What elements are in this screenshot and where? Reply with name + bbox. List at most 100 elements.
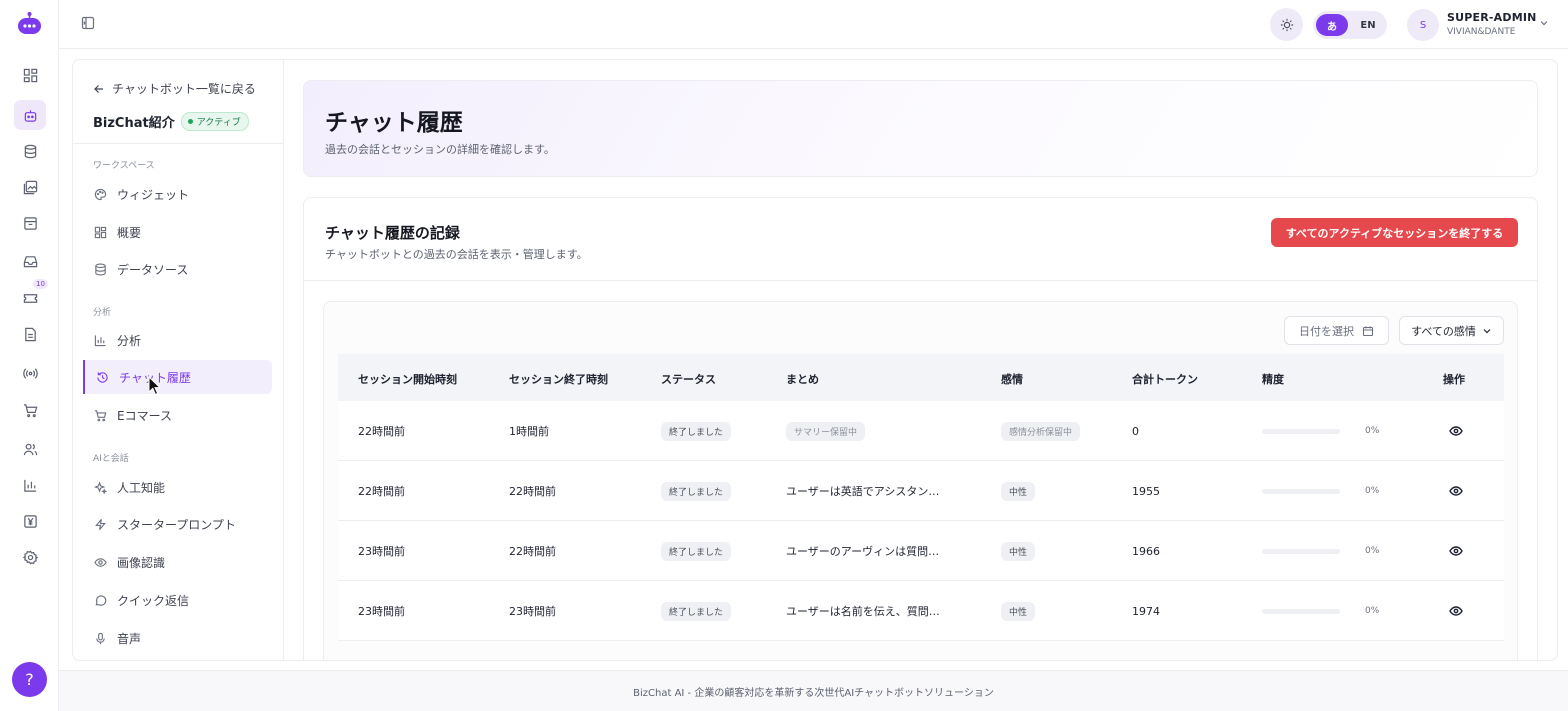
sidebar-item-quick-reply[interactable]: クイック返信 <box>83 583 272 617</box>
sidebar-item-image-recognition[interactable]: 画像認識 <box>83 545 272 579</box>
sentiment-filter-value: すべての感情 <box>1411 324 1476 338</box>
database-icon[interactable] <box>14 136 46 166</box>
view-button[interactable] <box>1449 461 1463 521</box>
accuracy-bar <box>1262 608 1340 614</box>
theme-toggle-button[interactable] <box>1270 8 1303 41</box>
sidebar-item-widget[interactable]: ウィジェット <box>83 177 272 211</box>
palette-icon <box>94 188 107 201</box>
sidebar-item-label: データソース <box>117 262 189 277</box>
sentiment-chip: 中性 <box>1001 481 1036 501</box>
accuracy-bar <box>1262 548 1340 554</box>
sidebar-item-label: ウィジェット <box>117 187 190 202</box>
document-icon[interactable] <box>14 319 46 349</box>
cart-icon <box>94 409 107 422</box>
yen-icon[interactable] <box>14 506 46 536</box>
status-badge: アクティブ <box>180 112 249 131</box>
sidebar-item-label: 画像認識 <box>117 555 166 570</box>
image-gallery-icon[interactable] <box>14 172 46 202</box>
chevron-down-icon <box>1540 21 1548 26</box>
settings-gear-icon[interactable] <box>14 542 46 572</box>
cell-accuracy-bar <box>1262 401 1340 461</box>
lang-en-button[interactable]: EN <box>1353 14 1383 36</box>
broadcast-icon[interactable] <box>14 358 46 388</box>
cell-end: 22時間前 <box>509 485 556 498</box>
sidebar-toggle-icon[interactable] <box>81 16 95 30</box>
status-chip: 終了しました <box>661 481 732 501</box>
arrow-left-icon <box>94 84 103 93</box>
section-workspace: ワークスペース <box>93 161 155 171</box>
divider <box>304 280 1537 281</box>
col-tokens[interactable]: 合計トークン <box>1132 371 1198 387</box>
cell-sentiment: 中性 <box>1001 581 1036 641</box>
date-picker-button[interactable]: 日付を選択 <box>1284 316 1389 345</box>
summary-pending-chip: サマリー保留中 <box>786 421 866 441</box>
eye-icon <box>1449 606 1463 616</box>
page-title: チャット履歴 <box>325 110 463 136</box>
cart-icon[interactable] <box>14 395 46 425</box>
cell-accuracy-bar <box>1262 461 1340 521</box>
avatar: S <box>1407 9 1439 41</box>
col-accuracy[interactable]: 精度 <box>1262 371 1284 387</box>
end-all-sessions-button[interactable]: すべてのアクティブなセッションを終了する <box>1271 218 1518 247</box>
cell-start: 23時間前 <box>358 545 405 558</box>
cell-tokens: 1974 <box>1132 604 1160 618</box>
bar-chart-icon[interactable] <box>14 470 46 500</box>
sidebar-item-chat-history[interactable]: チャット履歴 <box>83 360 272 394</box>
archive-icon[interactable] <box>14 208 46 238</box>
col-end[interactable]: セッション終了時刻 <box>509 371 608 387</box>
cell-tokens: 0 <box>1132 424 1139 438</box>
col-sentiment[interactable]: 感情 <box>1001 371 1023 387</box>
table-row[interactable]: 23時間前 22時間前 終了しました ユーザーのアーヴィンは質問… 中性 196… <box>338 521 1504 581</box>
col-actions: 操作 <box>1443 373 1465 386</box>
sidebar-item-overview[interactable]: 概要 <box>83 215 272 249</box>
view-button[interactable] <box>1449 401 1463 461</box>
inbox-icon[interactable] <box>14 246 46 276</box>
cell-sentiment: 中性 <box>1001 461 1036 521</box>
accuracy-bar <box>1262 428 1340 434</box>
sidebar-item-starter-prompt[interactable]: スタータープロンプト <box>83 507 272 541</box>
sentiment-filter-select[interactable]: すべての感情 <box>1399 316 1504 345</box>
chatbot-icon[interactable] <box>14 100 46 130</box>
accuracy-bar <box>1262 488 1340 494</box>
users-icon[interactable] <box>14 434 46 464</box>
eye-icon <box>1449 426 1463 436</box>
help-button[interactable]: ? <box>12 662 47 697</box>
col-summary[interactable]: まとめ <box>786 371 819 387</box>
back-label: チャットボット一覧に戻る <box>112 82 256 96</box>
table-row[interactable]: 22時間前 22時間前 終了しました ユーザーは英語でアシスタン… 中性 195… <box>338 461 1504 521</box>
cell-tokens: 1955 <box>1132 484 1160 498</box>
section-analytics: 分析 <box>93 308 112 318</box>
accuracy-value: 0% <box>1365 486 1380 496</box>
sparkles-icon <box>94 480 107 494</box>
chevron-down-icon <box>1483 328 1491 333</box>
col-start[interactable]: セッション開始時刻 <box>358 371 457 387</box>
back-to-list-link[interactable]: チャットボット一覧に戻る <box>93 80 256 97</box>
view-button[interactable] <box>1449 581 1463 641</box>
cell-start: 23時間前 <box>358 605 405 618</box>
status-dot-icon <box>187 119 193 124</box>
top-bar: あ EN S SUPER-ADMIN VIVIAN&DANTE <box>59 0 1568 49</box>
status-chip: 終了しました <box>661 421 732 441</box>
cell-summary: サマリー保留中 <box>786 401 866 461</box>
section-ai: AIと会話 <box>93 454 129 464</box>
view-button[interactable] <box>1449 521 1463 581</box>
sidebar-item-voice[interactable]: 音声 <box>83 621 272 655</box>
sidebar-item-datasource[interactable]: データソース <box>83 252 272 286</box>
sidebar-item-ecommerce[interactable]: Eコマース <box>83 398 272 432</box>
sidebar-item-ai[interactable]: 人工知能 <box>83 470 272 504</box>
accuracy-value: 0% <box>1365 426 1380 436</box>
eye-icon <box>1449 546 1463 556</box>
sidebar-item-analytics[interactable]: 分析 <box>83 323 272 357</box>
user-menu[interactable]: S SUPER-ADMIN VIVIAN&DANTE <box>1407 8 1557 42</box>
sidebar-item-label: 概要 <box>117 225 142 240</box>
cell-end: 23時間前 <box>509 605 556 618</box>
table-row[interactable]: 22時間前 1時間前 終了しました サマリー保留中 感情分析保留中 0 0% <box>338 401 1504 461</box>
dashboard-icon[interactable] <box>14 60 46 90</box>
table-row[interactable]: 23時間前 23時間前 終了しました ユーザーは名前を伝え、質問… 中性 197… <box>338 581 1504 641</box>
col-status[interactable]: ステータス <box>661 371 716 387</box>
bot-logo-icon[interactable] <box>16 11 43 38</box>
cell-end: 1時間前 <box>509 425 549 438</box>
lang-ja-button[interactable]: あ <box>1316 14 1348 36</box>
cell-accuracy-value: 0% <box>1365 461 1379 521</box>
history-icon <box>96 371 109 384</box>
